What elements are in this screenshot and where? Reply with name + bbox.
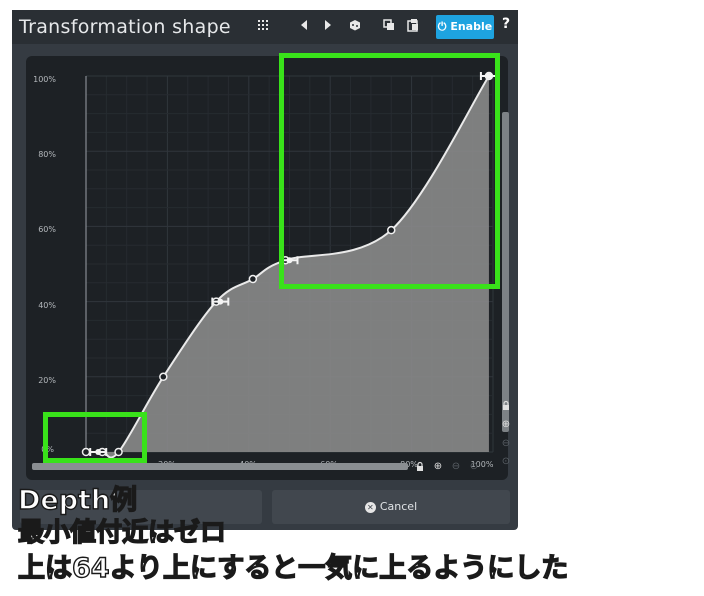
- power-icon: ⏻: [437, 20, 447, 33]
- cancel-button[interactable]: ✕ Cancel: [272, 490, 510, 524]
- caption-line: 上は64より上にすると一気に上るようにした: [17, 552, 569, 584]
- title-bar: Transformation shape ⏻ Enable ?: [12, 10, 518, 44]
- curve-node[interactable]: [248, 274, 258, 284]
- zoom-out-icon[interactable]: ⊖: [450, 461, 462, 473]
- y-tick-label: 40%: [38, 301, 56, 310]
- zoom-out-icon[interactable]: ⊖: [500, 438, 512, 450]
- highlight-box-top: [279, 53, 500, 289]
- enable-label: Enable: [450, 20, 493, 33]
- grid-icon[interactable]: [256, 18, 270, 36]
- cancel-icon: ✕: [364, 501, 376, 513]
- enable-button[interactable]: ⏻ Enable: [436, 15, 494, 39]
- random-icon[interactable]: [348, 18, 362, 36]
- y-tick-label: 60%: [38, 225, 56, 234]
- next-icon[interactable]: [322, 18, 334, 36]
- zoom-in-icon[interactable]: ⊕: [432, 461, 444, 473]
- lock-icon[interactable]: [500, 400, 512, 412]
- copy-icon[interactable]: [382, 18, 396, 36]
- zoom-reset-icon[interactable]: ⊙: [500, 456, 512, 468]
- vertical-scrollbar[interactable]: [502, 112, 509, 432]
- zoom-in-icon[interactable]: ⊕: [500, 419, 512, 431]
- lock-icon[interactable]: [414, 461, 426, 473]
- zoom-reset-icon[interactable]: ⊙: [468, 461, 480, 473]
- prev-icon[interactable]: [298, 18, 310, 36]
- y-tick-label: 100%: [33, 75, 56, 84]
- y-tick-label: 20%: [38, 376, 56, 385]
- caption-line: 最小値付近はゼロ: [17, 517, 227, 548]
- help-button[interactable]: ?: [498, 16, 514, 36]
- y-tick-label: 80%: [38, 150, 56, 159]
- curve-node[interactable]: [159, 372, 168, 382]
- horizontal-scrollbar[interactable]: [32, 463, 408, 470]
- window-title: Transformation shape: [19, 16, 231, 38]
- cancel-label: Cancel: [379, 500, 418, 513]
- paste-icon[interactable]: [406, 18, 420, 36]
- highlight-box-bottom: [43, 412, 147, 463]
